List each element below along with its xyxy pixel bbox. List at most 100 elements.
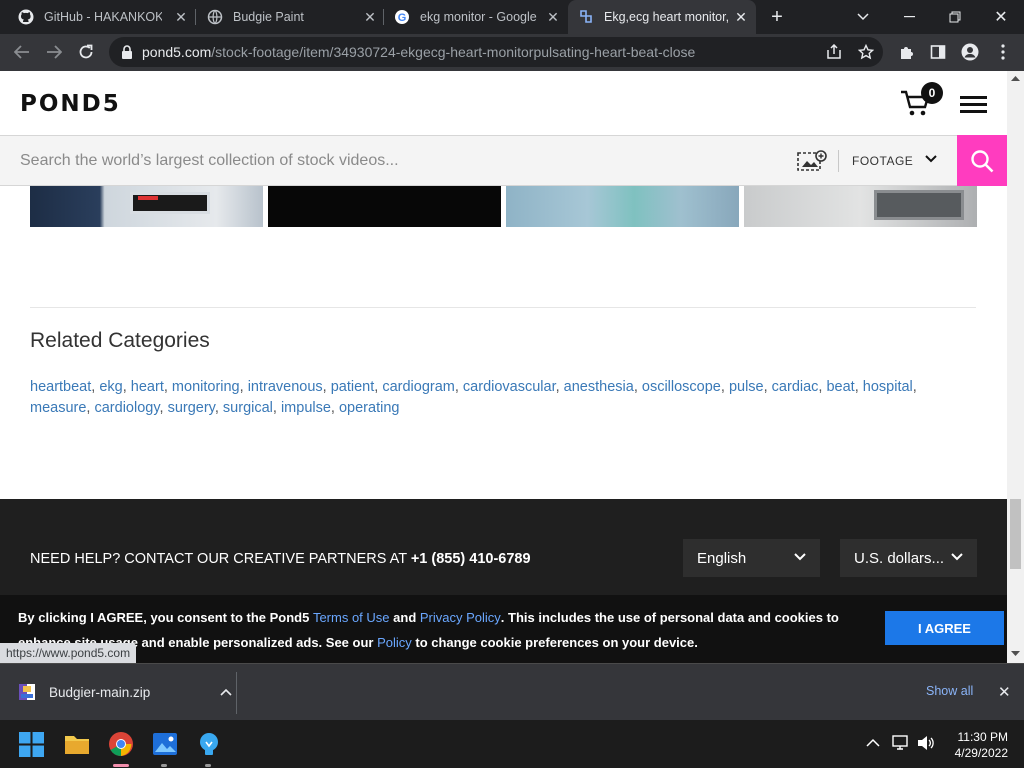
category-tag-link[interactable]: ekg — [99, 379, 122, 395]
network-icon[interactable] — [892, 735, 910, 751]
system-clock[interactable]: 11:30 PM 4/29/2022 — [948, 729, 1008, 761]
tab-google-search[interactable]: G ekg monitor - Google S ✕ — [394, 0, 568, 34]
close-icon[interactable]: ✕ — [998, 683, 1011, 701]
category-tag-link[interactable]: beat — [826, 379, 854, 395]
chevron-up-icon[interactable] — [866, 738, 880, 748]
close-icon[interactable]: ✕ — [734, 10, 748, 24]
active-app-indicator — [113, 764, 129, 767]
i-agree-button[interactable]: I AGREE — [885, 611, 1004, 645]
download-item[interactable]: Budgier-main.zip — [18, 683, 232, 701]
speaker-volume-icon[interactable] — [917, 735, 935, 751]
category-tag-link[interactable]: hospital — [863, 379, 913, 395]
chevron-up-icon — [220, 688, 232, 696]
photos-icon[interactable] — [151, 730, 179, 758]
browser-menu-icon[interactable] — [992, 41, 1014, 63]
file-explorer-icon[interactable] — [63, 730, 91, 758]
search-input[interactable] — [0, 136, 780, 185]
close-icon[interactable]: ✕ — [546, 10, 560, 24]
category-tag-link[interactable]: oscilloscope — [642, 379, 721, 395]
category-tag-link[interactable]: pulse — [729, 379, 764, 395]
category-tag-link[interactable]: cardiology — [94, 400, 159, 416]
help-phone-link[interactable]: +1 (855) 410-6789 — [411, 551, 531, 567]
divider — [838, 150, 839, 172]
category-tag-link[interactable]: surgical — [223, 400, 273, 416]
hamburger-menu-icon[interactable] — [960, 96, 987, 113]
clock-time: 11:30 PM — [957, 730, 1008, 744]
minimize-button[interactable] — [886, 0, 932, 34]
pond5-logo[interactable]: POND5 — [20, 91, 121, 117]
lightbulb-app-icon[interactable] — [195, 730, 223, 758]
category-tag-link[interactable]: heartbeat — [30, 379, 91, 395]
back-button[interactable] — [8, 38, 36, 66]
new-tab-button[interactable]: + — [761, 0, 793, 34]
cookie-policy-link[interactable]: Policy — [377, 635, 412, 650]
related-tags-list: heartbeat, ekg, heart, monitoring, intra… — [30, 379, 917, 416]
category-tag-link[interactable]: monitoring — [172, 379, 240, 395]
category-tag-link[interactable]: patient — [331, 379, 375, 395]
page-scrollbar[interactable] — [1007, 71, 1024, 663]
share-icon[interactable] — [823, 41, 845, 63]
profile-avatar-icon[interactable] — [959, 41, 981, 63]
tab-github[interactable]: GitHub - HAKANKOKC ✕ — [18, 0, 196, 34]
arrow-left-icon — [14, 45, 29, 59]
divider — [236, 672, 237, 714]
show-all-downloads-button[interactable]: Show all — [926, 684, 973, 698]
chevron-down-icon — [794, 553, 806, 561]
windows-taskbar: 11:30 PM 4/29/2022 — [0, 720, 1024, 768]
windows-start-icon[interactable] — [19, 732, 44, 757]
forward-button[interactable] — [40, 38, 68, 66]
category-tag-link[interactable]: cardiogram — [382, 379, 455, 395]
bookmark-star-icon[interactable] — [855, 41, 877, 63]
url-path: /stock-footage/item/34930724-ekgecg-hear… — [211, 44, 696, 60]
category-tag-link[interactable]: intravenous — [248, 379, 323, 395]
video-thumbnail[interactable] — [744, 186, 977, 227]
close-icon[interactable]: ✕ — [363, 10, 377, 24]
language-select[interactable]: English — [683, 539, 820, 577]
chevron-down-icon[interactable] — [924, 152, 938, 166]
category-tag-link[interactable]: heart — [131, 379, 164, 395]
address-bar[interactable]: pond5.com/stock-footage/item/34930724-ek… — [109, 37, 883, 67]
video-thumbnail[interactable] — [506, 186, 739, 227]
terms-of-use-link[interactable]: Terms of Use — [313, 610, 390, 625]
cart-count-badge: 0 — [921, 82, 943, 104]
close-icon[interactable]: ✕ — [174, 10, 188, 24]
category-tag-link[interactable]: operating — [339, 400, 399, 416]
globe-icon — [207, 9, 223, 25]
browser-tab-strip: GitHub - HAKANKOKC ✕ Budgie Paint ✕ G ek… — [0, 0, 1024, 34]
google-icon: G — [394, 9, 410, 25]
pond5-icon — [578, 9, 594, 25]
chevron-down-icon — [857, 13, 869, 21]
running-app-indicator — [161, 764, 167, 767]
privacy-policy-link[interactable]: Privacy Policy — [420, 610, 501, 625]
tab-pond5[interactable]: Ekg,ecg heart monitor, ✕ — [568, 0, 756, 34]
restore-button[interactable] — [932, 0, 978, 34]
help-contact-text: NEED HELP? CONTACT OUR CREATIVE PARTNERS… — [30, 551, 531, 567]
category-tag-link[interactable]: cardiovascular — [463, 379, 556, 395]
chrome-icon[interactable] — [107, 730, 135, 758]
tab-budgie-paint[interactable]: Budgie Paint ✕ — [207, 0, 385, 34]
video-thumbnail[interactable] — [30, 186, 263, 227]
category-tag-link[interactable]: cardiac — [772, 379, 819, 395]
tab-title: ekg monitor - Google S — [420, 10, 538, 24]
side-panel-icon[interactable] — [927, 41, 949, 63]
visual-search-icon[interactable] — [797, 150, 827, 172]
scrollbar-thumb[interactable] — [1010, 499, 1021, 569]
reload-icon — [79, 44, 93, 59]
scroll-up-arrow-icon — [1011, 76, 1020, 81]
category-tag-link[interactable]: surgery — [168, 400, 215, 416]
category-tag-link[interactable]: anesthesia — [564, 379, 634, 395]
cookie-consent-text: By clicking I AGREE, you consent to the … — [18, 610, 839, 650]
media-type-select[interactable]: FOOTAGE — [852, 136, 913, 185]
search-button[interactable] — [957, 135, 1007, 186]
video-thumbnail[interactable] — [268, 186, 501, 227]
browser-toolbar: pond5.com/stock-footage/item/34930724-ek… — [0, 34, 1024, 71]
extensions-puzzle-icon[interactable] — [895, 41, 917, 63]
reload-button[interactable] — [72, 38, 100, 66]
tab-search-button[interactable] — [840, 0, 886, 34]
arrow-right-icon — [47, 45, 62, 59]
category-tag-link[interactable]: impulse — [281, 400, 331, 416]
currency-select[interactable]: U.S. dollars... — [840, 539, 977, 577]
category-tag-link[interactable]: measure — [30, 400, 86, 416]
site-header: POND5 0 — [0, 71, 1007, 135]
window-close-button[interactable]: ✕ — [978, 0, 1024, 34]
